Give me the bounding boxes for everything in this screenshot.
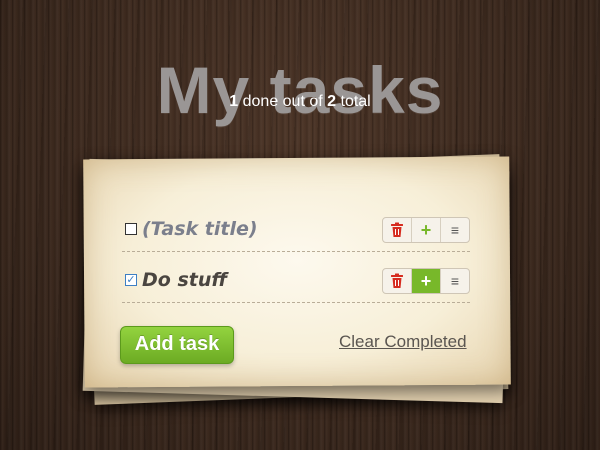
task-actions: + ≡ <box>382 217 470 243</box>
summary-text-middle: done out of <box>238 93 328 110</box>
task-checkbox[interactable]: ✓ <box>125 274 137 286</box>
menu-icon: ≡ <box>450 222 460 238</box>
task-summary: 1 done out of 2 total <box>0 93 600 111</box>
task-menu-button[interactable]: ≡ <box>441 218 469 242</box>
add-task-button[interactable]: Add task <box>120 326 234 364</box>
task-title[interactable]: Do stuff <box>142 268 227 292</box>
task-actions: + ≡ <box>382 268 470 294</box>
plus-icon: + <box>420 220 432 240</box>
task-checkbox[interactable] <box>125 223 137 235</box>
plus-icon: + <box>420 271 432 291</box>
summary-text-end: total <box>336 93 371 110</box>
task-title[interactable]: (Task title) <box>142 217 258 241</box>
add-subtask-button[interactable]: + <box>412 218 441 242</box>
menu-icon: ≡ <box>450 273 460 289</box>
total-count: 2 <box>327 93 337 110</box>
add-subtask-button[interactable]: + <box>412 269 441 293</box>
done-count: 1 <box>229 93 239 110</box>
trash-icon <box>391 273 403 288</box>
delete-task-button[interactable] <box>383 218 412 242</box>
page-title: My tasks <box>156 53 444 128</box>
delete-task-button[interactable] <box>383 269 412 293</box>
task-menu-button[interactable]: ≡ <box>441 269 469 293</box>
task-row: (Task title) + ≡ <box>122 207 470 252</box>
clear-completed-link[interactable]: Clear Completed <box>339 332 467 352</box>
trash-icon <box>391 222 403 237</box>
task-row: ✓ Do stuff + ≡ <box>122 258 470 303</box>
